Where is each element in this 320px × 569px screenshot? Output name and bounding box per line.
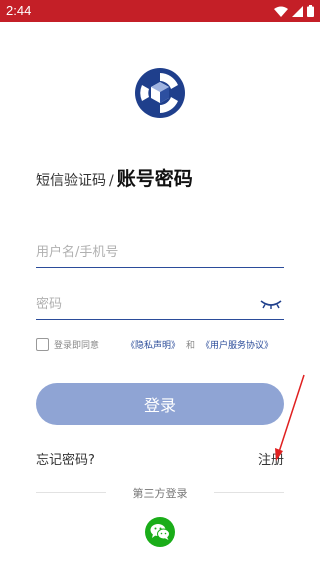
- username-field-container: [36, 236, 284, 268]
- signal-icon: [292, 5, 303, 17]
- forgot-password-link[interactable]: 忘记密码?: [36, 449, 95, 468]
- wechat-icon: [150, 524, 170, 540]
- status-icons: [274, 4, 314, 18]
- privacy-link[interactable]: 《隐私声明》: [126, 338, 180, 351]
- and-text: 和: [186, 341, 196, 351]
- status-bar: 2:44: [0, 0, 320, 22]
- app-logo: [135, 68, 185, 118]
- tab-sms-code[interactable]: 短信验证码: [36, 170, 106, 190]
- password-field-container: [36, 288, 284, 320]
- agree-checkbox[interactable]: [36, 338, 49, 351]
- status-time: 2:44: [6, 3, 32, 18]
- username-input[interactable]: [36, 240, 246, 264]
- tab-account-password[interactable]: 账号密码: [117, 164, 193, 191]
- password-input[interactable]: [36, 292, 246, 316]
- terms-link[interactable]: 《用户服务协议》: [201, 338, 273, 351]
- third-party-title: 第三方登录: [132, 487, 188, 500]
- login-mode-tabs: 短信验证码 / 账号密码: [36, 164, 193, 191]
- wifi-icon: [274, 6, 288, 17]
- login-button[interactable]: 登录: [36, 383, 284, 425]
- divider-left: [36, 492, 106, 493]
- agreement-row: 登录即同意 《隐私声明》 和 《用户服务协议》: [36, 338, 273, 351]
- tab-separator: /: [109, 173, 114, 189]
- battery-icon: [307, 5, 314, 17]
- wechat-login-button[interactable]: [145, 517, 175, 547]
- agree-text: 登录即同意: [54, 341, 100, 351]
- annotation-arrow-icon: [275, 374, 305, 461]
- divider-right: [214, 492, 284, 493]
- eye-closed-icon[interactable]: [260, 298, 282, 310]
